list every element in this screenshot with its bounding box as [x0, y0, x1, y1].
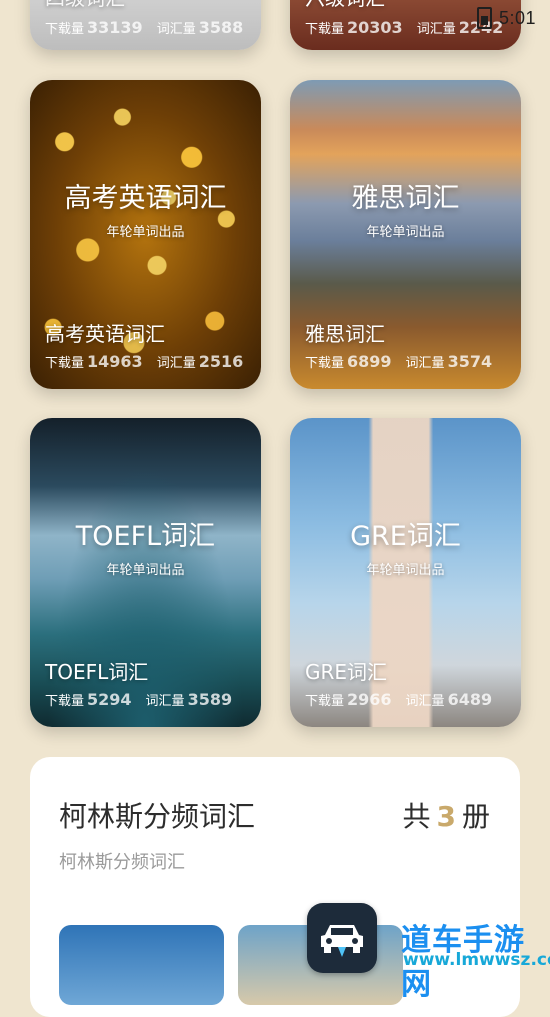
section-title: 柯林斯分频词汇 [59, 800, 256, 833]
card-title: 雅思词汇 [351, 183, 460, 214]
wordbook-card-gaokao[interactable]: 高考英语词汇 年轮单词出品 高考英语词汇 下载量 14963 词汇量 2516 [30, 80, 261, 389]
vocab-label: 词汇量 [405, 694, 445, 709]
watermark-url: www.lmwwsz.com [403, 950, 550, 970]
vocab-count: 3574 [447, 352, 493, 371]
card-name: 四级词汇 [45, 0, 125, 11]
card-subtitle: 年轮单词出品 [106, 225, 185, 240]
vocab-label: 词汇量 [156, 356, 196, 371]
vocab-label: 词汇量 [416, 22, 456, 37]
status-time: 5:01 [498, 8, 536, 28]
download-label: 下载量 [45, 694, 85, 709]
wordbook-card-cet4[interactable]: 四级词汇 下载量33139 词汇量3588 [30, 0, 261, 50]
vocab-count: 3588 [198, 18, 244, 37]
count-prefix: 共 [402, 800, 431, 833]
download-count: 20303 [347, 18, 403, 37]
download-label: 下载量 [45, 356, 85, 371]
card-name: 六级词汇 [305, 0, 385, 11]
card-name: 雅思词汇 [305, 322, 385, 346]
card-title: TOEFL词汇 [75, 521, 216, 552]
section-subtitle: 柯林斯分频词汇 [59, 852, 185, 873]
download-label: 下载量 [305, 694, 345, 709]
download-label: 下载量 [305, 22, 345, 37]
download-count: 2966 [347, 690, 392, 709]
count-suffix: 册 [461, 800, 490, 833]
download-count: 6899 [347, 352, 392, 371]
download-label: 下载量 [45, 22, 85, 37]
download-count: 33139 [87, 18, 143, 37]
wordbook-card-ielts[interactable]: 雅思词汇 年轮单词出品 雅思词汇 下载量 6899 词汇量 3574 [290, 80, 521, 389]
collins-book-thumbnail[interactable] [59, 925, 224, 1005]
vocab-count: 2516 [198, 352, 244, 371]
download-label: 下载量 [305, 356, 345, 371]
vocab-label: 词汇量 [405, 356, 445, 371]
card-stats: 下载量 6899 词汇量 3574 [305, 352, 506, 371]
wordbook-card-gre[interactable]: GRE词汇 年轮单词出品 GRE词汇 下载量 2966 词汇量 6489 [290, 418, 521, 727]
download-count: 5294 [87, 690, 132, 709]
card-name: 高考英语词汇 [45, 322, 165, 346]
watermark-logo [307, 903, 377, 973]
vocab-count: 6489 [447, 690, 493, 709]
card-stats: 下载量 33139 词汇量 3588 [45, 18, 257, 37]
card-subtitle: 年轮单词出品 [106, 563, 185, 578]
vocab-label: 词汇量 [145, 694, 185, 709]
card-name: GRE词汇 [305, 660, 388, 684]
card-stats: 下载量 2966 词汇量 6489 [305, 690, 506, 709]
download-count: 14963 [87, 352, 143, 371]
battery-icon [477, 7, 492, 29]
vocab-count: 3589 [187, 690, 233, 709]
card-stats: 下载量 14963 词汇量 2516 [45, 352, 257, 371]
car-icon [321, 925, 363, 957]
card-name: TOEFL词汇 [45, 660, 149, 684]
count-number: 3 [436, 800, 456, 833]
vocab-label: 词汇量 [156, 22, 196, 37]
wordbook-card-toefl[interactable]: TOEFL词汇 年轮单词出品 TOEFL词汇 下载量 5294 词汇量 3589 [30, 418, 261, 727]
card-stats: 下载量 5294 词汇量 3589 [45, 690, 246, 709]
card-subtitle: 年轮单词出品 [366, 563, 445, 578]
card-subtitle: 年轮单词出品 [366, 225, 445, 240]
card-title: GRE词汇 [350, 521, 461, 552]
card-title: 高考英语词汇 [64, 183, 227, 214]
volume-count: 共3册 [402, 795, 490, 835]
